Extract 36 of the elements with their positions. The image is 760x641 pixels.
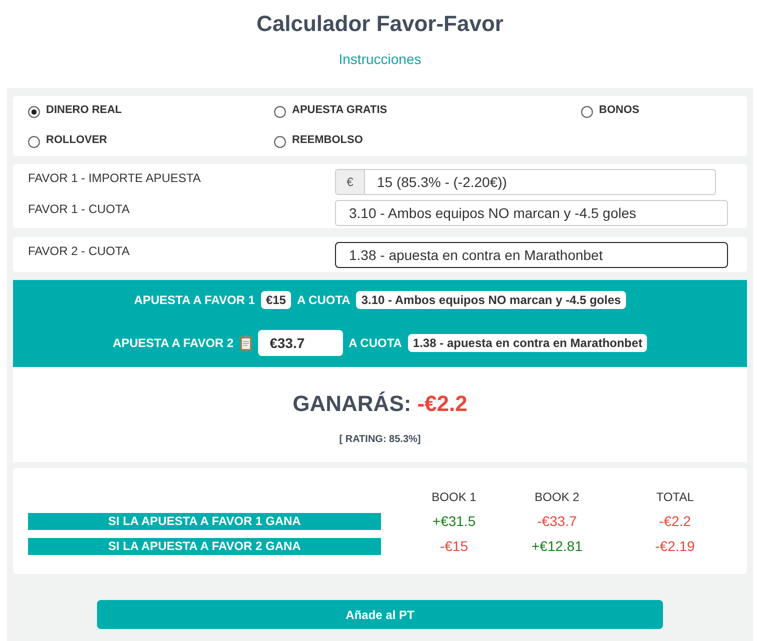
bet-label: APUESTA A FAVOR 1 [134, 292, 255, 309]
result-label: GANARÁS: [292, 390, 412, 418]
page-title: Calculador Favor-Favor [256, 10, 504, 38]
clipboard-icon[interactable] [240, 335, 252, 351]
odds-badge: 1.38 - apuesta en contra en Marathonbet [408, 334, 648, 352]
row-label: SI LA APUESTA A FAVOR 2 GANA [28, 538, 381, 555]
odds-label: A CUOTA [296, 292, 350, 309]
odds-badge: 3.10 - Ambos equipos NO marcan y -4.5 goles [356, 291, 626, 309]
rating-text: [ RATING: 85.3%] [339, 433, 421, 447]
amount-cell-text: +€12.81 [530, 537, 584, 556]
bet-type-option[interactable]: DINERO REAL [28, 96, 274, 124]
amount-cell-text: +€31.5 [431, 512, 477, 531]
currency-addon: € [335, 169, 365, 195]
field-label: FAVOR 1 - CUOTA [28, 201, 131, 218]
column-header: BOOK 1 [430, 489, 478, 506]
bet-type-option[interactable]: REEMBOLSO [274, 126, 581, 154]
bet-type-option[interactable]: ROLLOVER [28, 126, 274, 154]
stake-badge: €15 [260, 291, 291, 309]
bet-label: APUESTA A FAVOR 2 [112, 335, 234, 352]
odds-field[interactable]: 3.10 - Ambos equipos NO marcan y -4.5 goles [335, 200, 728, 226]
amount-field[interactable]: 15 (85.3% - (-2.20€)) [365, 169, 716, 195]
amount-cell-text: -€2.2 [658, 512, 692, 531]
stake-field[interactable]: €33.7 [258, 330, 343, 356]
odds-field[interactable]: 1.38 - apuesta en contra en Marathonbet [335, 242, 728, 268]
bet-type-option[interactable]: APUESTA GRATIS [274, 96, 581, 124]
field-label: FAVOR 2 - CUOTA [28, 243, 131, 260]
amount-cell-text: -€2.19 [654, 537, 696, 556]
odds-label: A CUOTA [348, 335, 402, 352]
bet-type-option[interactable]: BONOS [581, 96, 747, 124]
column-header: TOTAL [655, 489, 695, 506]
amount-cell-text: -€15 [438, 537, 470, 556]
result-value: -€2.2 [417, 390, 468, 418]
amount-cell-text: -€33.7 [536, 512, 578, 531]
column-header: BOOK 2 [534, 489, 580, 506]
row-label: SI LA APUESTA A FAVOR 1 GANA [28, 513, 381, 530]
field-label: FAVOR 1 - IMPORTE APUESTA [28, 170, 202, 187]
